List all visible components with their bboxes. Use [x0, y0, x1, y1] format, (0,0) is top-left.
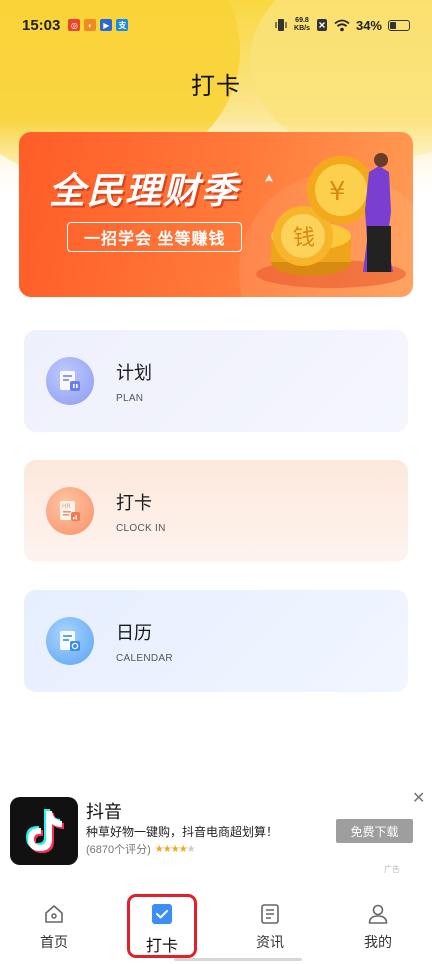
nav-item-news[interactable]: 资讯 — [216, 894, 324, 964]
star-icon: ★ — [170, 843, 180, 855]
notification-app-icon: ◐ — [84, 19, 97, 31]
network-speed: 69.8 KB/s — [294, 17, 310, 33]
ad-tag: 广告 — [384, 865, 400, 874]
battery-percent: 34% — [355, 17, 382, 33]
banner-subtitle: 一招学会 坐等赚钱 — [67, 222, 243, 252]
star-icon: ★ — [186, 843, 196, 855]
calendar-icon — [46, 617, 94, 665]
notification-app-icon: ◎ — [68, 19, 81, 31]
star-icon: ★ — [162, 843, 172, 855]
plan-title: 计划 — [116, 362, 152, 383]
clock-in-subtitle: CLOCK IN — [116, 522, 166, 534]
coin-stack-illustration: 钱 ¥ — [256, 153, 406, 288]
close-icon[interactable]: ✕ — [412, 788, 425, 808]
nav-label-home: 首页 — [40, 934, 68, 950]
home-indicator[interactable] — [174, 958, 302, 961]
no-sim-icon — [316, 19, 327, 31]
ad-rating-count: (6870个评分) — [86, 844, 151, 856]
page-title: 打卡 — [191, 73, 241, 100]
plan-subtitle: PLAN — [116, 392, 144, 404]
plan-icon — [46, 357, 94, 405]
douyin-app-icon[interactable] — [10, 797, 78, 865]
nav-label-mine: 我的 — [364, 934, 392, 950]
network-speed-unit: KB/s — [294, 25, 310, 32]
status-time: 15:03 — [22, 16, 61, 34]
wifi-icon — [334, 19, 350, 31]
svg-text:¥: ¥ — [329, 177, 346, 207]
nav-label-clock-in: 打卡 — [145, 938, 178, 955]
notification-alipay-icon: 支 — [116, 19, 129, 31]
clock-in-text: 打卡 CLOCK IN — [116, 489, 166, 534]
promo-banner[interactable]: 全民理财季 一招学会 坐等赚钱 钱 ¥ — [19, 132, 413, 297]
rating-stars-icon: ★★★★★ — [154, 843, 196, 855]
battery-icon — [388, 19, 410, 31]
ad-rating: (6870个评分) ★★★★★ — [86, 841, 196, 857]
user-icon — [368, 904, 388, 924]
network-speed-value: 69.8 — [295, 17, 309, 24]
home-icon — [45, 905, 63, 923]
star-icon: ★ — [154, 843, 164, 855]
calendar-title: 日历 — [116, 622, 152, 643]
clock-in-icon: HR — [46, 487, 94, 535]
battery-fill — [390, 21, 396, 29]
calendar-subtitle: CALENDAR — [116, 652, 173, 664]
calendar-text: 日历 CALENDAR — [116, 619, 173, 664]
status-bar: 15:03 ◎ ◐ ▶ 支 69.8 KB/s 34% — [0, 0, 432, 50]
vibrate-icon — [275, 19, 287, 31]
banner-title: 全民理财季 — [49, 170, 240, 211]
ad-banner[interactable]: 抖音 种草好物一键购，抖音电商超划算！ (6870个评分) ★★★★★ ✕ 免费… — [0, 786, 432, 882]
nav-label-news: 资讯 — [256, 934, 284, 950]
plan-text: 计划 PLAN — [116, 359, 152, 404]
nav-item-mine[interactable]: 我的 — [324, 894, 432, 964]
menu-card-calendar[interactable]: 日历 CALENDAR — [24, 590, 408, 692]
star-icon: ★ — [178, 843, 188, 855]
coin-symbol: 钱 — [293, 226, 315, 251]
nav-item-clock-in[interactable]: 打卡 — [108, 894, 216, 964]
news-icon — [261, 904, 279, 924]
bottom-nav: 首页 打卡 资讯 我的 — [0, 894, 432, 964]
ad-app-name[interactable]: 抖音 — [86, 798, 122, 824]
free-download-button[interactable]: 免费下载 — [336, 819, 413, 843]
status-notification-icons: ◎ ◐ ▶ 支 — [68, 19, 129, 31]
menu-card-plan[interactable]: 计划 PLAN — [24, 330, 408, 432]
svg-text:HR: HR — [62, 503, 71, 510]
menu-card-clock-in[interactable]: HR 打卡 CLOCK IN — [24, 460, 408, 562]
notification-play-icon: ▶ — [100, 19, 113, 31]
status-right: 69.8 KB/s 34% — [274, 17, 410, 33]
check-square-icon — [152, 904, 172, 924]
nav-item-home[interactable]: 首页 — [0, 894, 108, 964]
clock-in-title: 打卡 — [116, 492, 152, 513]
ad-description: 种草好物一键购，抖音电商超划算！ — [86, 825, 279, 839]
